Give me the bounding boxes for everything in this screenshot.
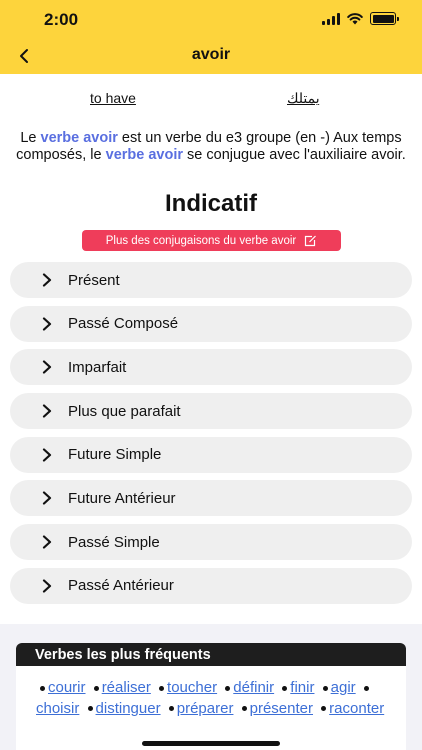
status-icons: [322, 12, 399, 25]
signal-icon: [322, 12, 340, 25]
translation-english[interactable]: to have: [90, 90, 136, 106]
tense-label: Plus que parafait: [68, 402, 181, 420]
verb-link[interactable]: choisir: [36, 700, 79, 717]
status-time: 2:00: [44, 10, 79, 29]
desc-text-1: Le: [20, 130, 41, 146]
verb-link[interactable]: préparer: [177, 700, 234, 717]
frequent-verbs-card: Verbes les plus fréquents courir réalise…: [16, 643, 406, 750]
bullet-icon: [322, 685, 328, 691]
more-conjugations-label: Plus des conjugaisons du verbe avoir: [105, 234, 297, 247]
tense-label: Imparfait: [68, 358, 127, 376]
frequent-verbs-list: courir réaliser toucher définir finir ag…: [16, 666, 406, 719]
chevron-right-icon: [42, 448, 56, 462]
bullet-icon: [87, 706, 93, 712]
verb-link[interactable]: agir: [331, 679, 356, 696]
verb-link[interactable]: définir: [233, 679, 274, 696]
home-indicator[interactable]: [142, 741, 280, 746]
chevron-right-icon: [42, 579, 56, 593]
verb-link[interactable]: courir: [48, 679, 86, 696]
page-title: avoir: [191, 46, 231, 63]
section-title: Indicatif: [164, 190, 257, 217]
tense-label: Passé Simple: [68, 533, 160, 551]
verb-link[interactable]: raconter: [329, 700, 384, 717]
verb-link[interactable]: toucher: [167, 679, 217, 696]
tense-label: Future Simple: [68, 446, 162, 464]
tense-item-present[interactable]: Présent: [10, 262, 412, 298]
bullet-icon: [363, 685, 369, 691]
verb-description: Le verbe avoir est un verbe du e3 groupe…: [16, 130, 406, 164]
top-bar: 2:00 avoir: [0, 0, 422, 74]
chevron-right-icon: [42, 360, 56, 374]
edit-icon: [305, 235, 317, 246]
tense-item-plus-que-parfait[interactable]: Plus que parafait: [10, 393, 412, 430]
battery-icon: [370, 12, 399, 25]
tense-item-passe-anterieur[interactable]: Passé Antérieur: [10, 567, 412, 604]
bullet-icon: [93, 685, 99, 691]
desc-verb-2: verbe avoir: [105, 147, 184, 163]
tense-label: Passé Composé: [68, 315, 179, 333]
verb-link[interactable]: finir: [290, 679, 314, 696]
tense-label: Présent: [68, 271, 120, 289]
tense-item-future-simple[interactable]: Future Simple: [10, 436, 412, 473]
chevron-right-icon: [42, 491, 56, 506]
bullet-icon: [282, 685, 288, 691]
bullet-icon: [321, 706, 327, 712]
bullet-icon: [40, 685, 45, 691]
chevron-right-icon: [42, 404, 56, 418]
more-conjugations-button[interactable]: Plus des conjugaisons du verbe avoir: [82, 230, 341, 251]
tense-item-imparfait[interactable]: Imparfait: [10, 349, 412, 386]
tense-item-passe-compose[interactable]: Passé Composé: [10, 305, 412, 342]
wifi-icon: [347, 13, 363, 25]
chevron-right-icon: [42, 535, 56, 549]
desc-text-3: se conjugue avec l'auxiliaire avoir.: [183, 147, 406, 163]
bullet-icon: [159, 685, 165, 691]
tense-label: Future Antérieur: [68, 489, 176, 507]
tense-item-future-anterieur[interactable]: Future Antérieur: [10, 480, 412, 517]
verb-link[interactable]: distinguer: [96, 700, 161, 717]
chevron-right-icon: [42, 273, 56, 287]
tense-item-passe-simple[interactable]: Passé Simple: [10, 524, 412, 561]
desc-verb-1: verbe avoir: [40, 130, 118, 146]
chevron-right-icon: [42, 317, 56, 331]
verb-link[interactable]: présenter: [250, 700, 313, 717]
bullet-icon: [241, 706, 247, 712]
frequent-verbs-title: Verbes les plus fréquents: [16, 643, 406, 666]
verb-link[interactable]: réaliser: [102, 679, 151, 696]
bullet-icon: [225, 685, 231, 691]
tense-label: Passé Antérieur: [68, 577, 174, 595]
translation-arabic[interactable]: يمتلك: [287, 90, 320, 107]
tense-list: Présent Passé Composé Imparfait Plus que…: [10, 262, 412, 612]
bullet-icon: [168, 706, 174, 712]
